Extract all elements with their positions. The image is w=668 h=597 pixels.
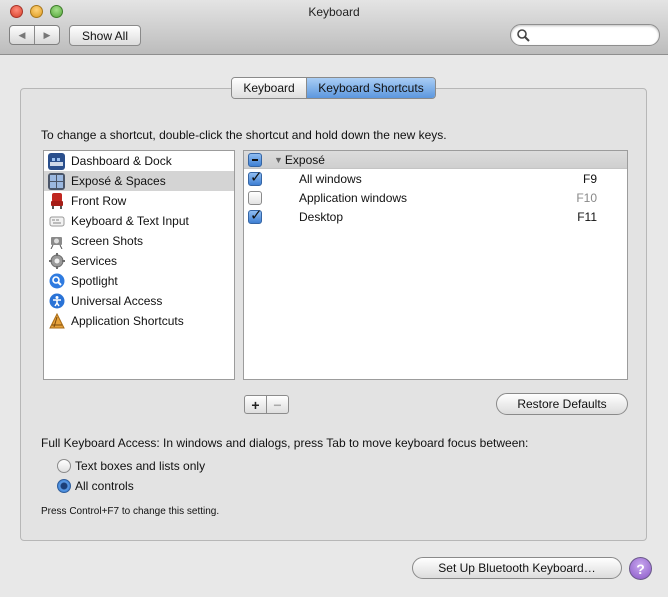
category-item-application-shortcuts[interactable]: Application Shortcuts [44,311,234,331]
shortcut-label: Application windows [299,191,408,205]
shortcut-checkbox[interactable] [248,190,262,205]
restore-defaults-button[interactable]: Restore Defaults [496,393,628,415]
shortcut-row[interactable]: ✓ Desktop F11 [244,206,627,226]
radio-all-controls-option[interactable]: All controls [57,479,134,493]
category-label: Services [71,254,118,268]
services-gear-icon [48,253,65,270]
shortcut-list[interactable]: ▼ Exposé ✓ All windows F9 Application wi… [243,150,628,380]
window-title: Keyboard [308,5,360,19]
keyboard-access-hint: Press Control+F7 to change this setting. [41,506,220,517]
search-field[interactable] [510,24,660,46]
shortcut-key[interactable]: F11 [577,210,597,224]
search-icon [517,29,530,42]
category-label: Exposé & Spaces [71,174,166,188]
shortcut-group-header[interactable]: ▼ Exposé [244,151,627,169]
add-shortcut-button[interactable]: + [245,396,267,413]
radio-button[interactable] [57,479,71,493]
screen-shots-icon [48,233,65,250]
radio-label: Text boxes and lists only [75,459,206,473]
group-checkbox[interactable] [248,152,262,167]
category-label: Spotlight [71,274,118,288]
back-forward-control: ◀ ▶ [9,25,60,45]
tab-keyboard[interactable]: Keyboard [232,78,307,98]
instructions-text: To change a shortcut, double-click the s… [41,128,447,142]
category-label: Keyboard & Text Input [71,214,189,228]
disclosure-triangle-icon[interactable]: ▼ [274,155,283,165]
spotlight-icon [48,273,65,290]
back-button[interactable]: ◀ [10,26,35,44]
full-keyboard-access-label: Full Keyboard Access: In windows and dia… [41,436,529,450]
category-list[interactable]: Dashboard & Dock Exposé & Spaces Front R… [43,150,235,380]
shortcut-key[interactable]: F9 [583,172,597,186]
category-item-spotlight[interactable]: Spotlight [44,271,234,291]
radio-text-boxes-option[interactable]: Text boxes and lists only [57,459,205,473]
front-row-icon [48,193,65,210]
forward-button[interactable]: ▶ [35,26,59,44]
shortcut-checkbox[interactable]: ✓ [248,206,263,224]
shortcut-group-label: Exposé [284,152,325,167]
category-item-dashboard-dock[interactable]: Dashboard & Dock [44,151,234,171]
category-label: Universal Access [71,294,163,308]
show-all-button[interactable]: Show All [69,25,141,46]
category-label: Dashboard & Dock [71,154,172,168]
remove-shortcut-button[interactable]: − [267,396,288,413]
shortcut-label: All windows [299,172,362,186]
shortcut-label: Desktop [299,210,344,224]
category-item-universal-access[interactable]: Universal Access [44,291,234,311]
category-item-screen-shots[interactable]: Screen Shots [44,231,234,251]
category-label: Front Row [71,194,127,208]
tab-keyboard-shortcuts[interactable]: Keyboard Shortcuts [307,78,435,98]
add-remove-control: + − [244,395,289,414]
category-item-keyboard-text-input[interactable]: Keyboard & Text Input [44,211,234,231]
shortcut-key[interactable]: F10 [576,191,597,205]
category-label: Application Shortcuts [71,314,184,328]
category-item-front-row[interactable]: Front Row [44,191,234,211]
keyboard-text-icon [48,213,65,230]
shortcut-row[interactable]: ✓ All windows F9 [244,168,627,188]
category-label: Screen Shots [71,234,144,248]
help-button[interactable]: ? [629,557,652,580]
application-shortcuts-icon [48,313,65,330]
expose-spaces-icon [48,172,65,190]
radio-label: All controls [75,479,134,493]
radio-button[interactable] [57,459,71,473]
category-item-services[interactable]: Services [44,251,234,271]
forward-arrow-icon: ▶ [43,29,51,40]
setup-bluetooth-keyboard-button[interactable]: Set Up Bluetooth Keyboard… [412,557,622,579]
shortcut-checkbox[interactable]: ✓ [248,168,263,186]
category-item-expose-spaces[interactable]: Exposé & Spaces [44,171,234,191]
title-bar: Keyboard ◀ ▶ Show All [0,0,668,55]
shortcut-row[interactable]: Application windows F10 [244,188,627,207]
back-arrow-icon: ◀ [18,29,26,40]
universal-access-icon [48,293,65,310]
dashboard-dock-icon [48,152,65,170]
tab-bar: Keyboard Keyboard Shortcuts [231,77,436,99]
